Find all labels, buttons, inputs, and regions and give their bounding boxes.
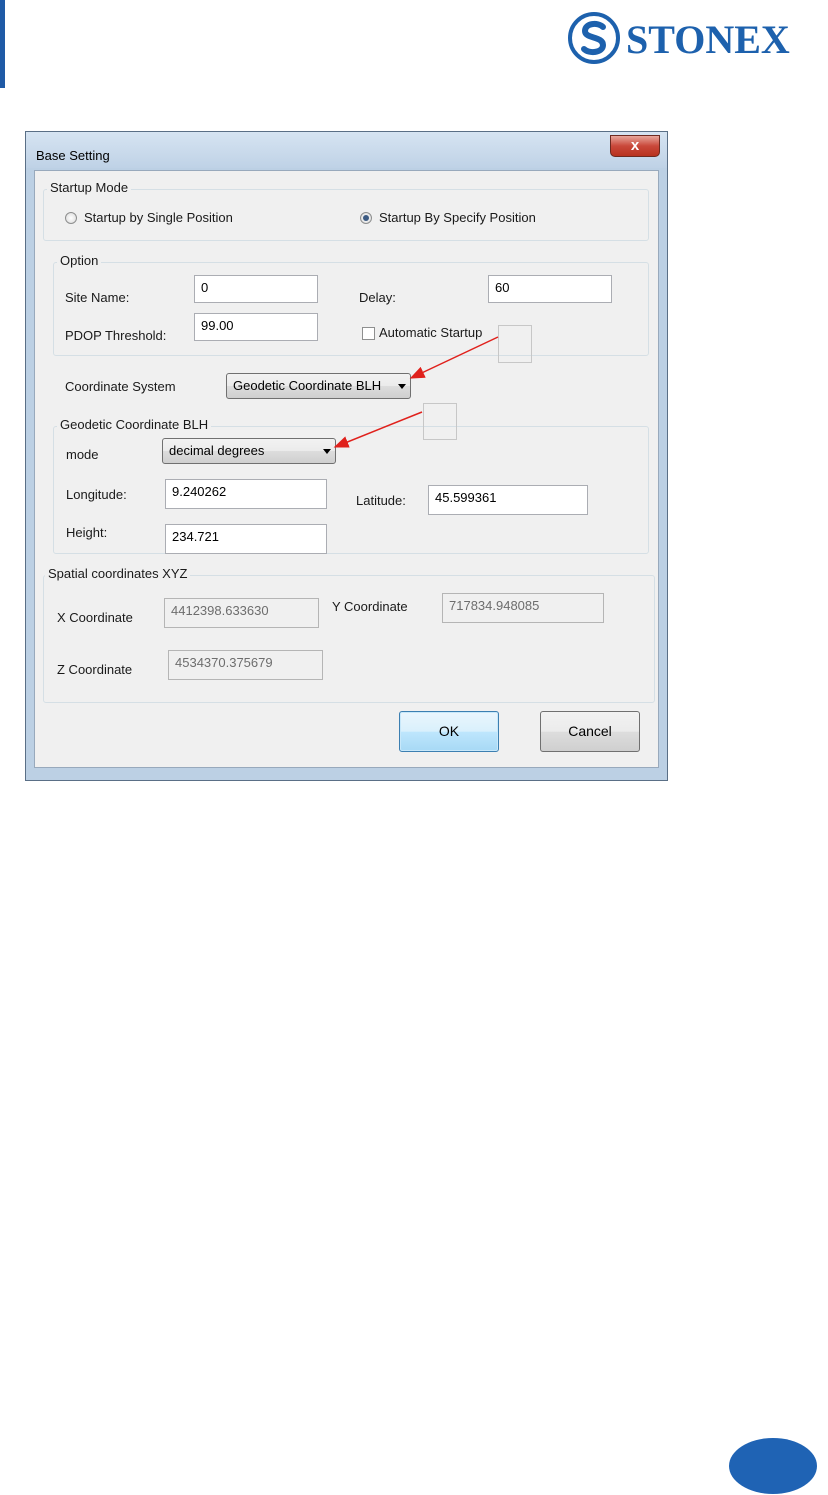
page-accent-bar — [0, 0, 5, 88]
annotation-arrow-1 — [409, 336, 499, 379]
annotation-arrows — [333, 336, 499, 448]
stonex-logo-icon — [568, 12, 620, 64]
page-number-badge — [729, 1438, 817, 1494]
annotation-arrow-2 — [333, 411, 423, 448]
base-setting-dialog: Base Setting x Startup Mode Startup by S… — [25, 131, 668, 781]
brand-name: STONEX — [626, 17, 790, 62]
stonex-logo: STONEX — [568, 10, 826, 66]
